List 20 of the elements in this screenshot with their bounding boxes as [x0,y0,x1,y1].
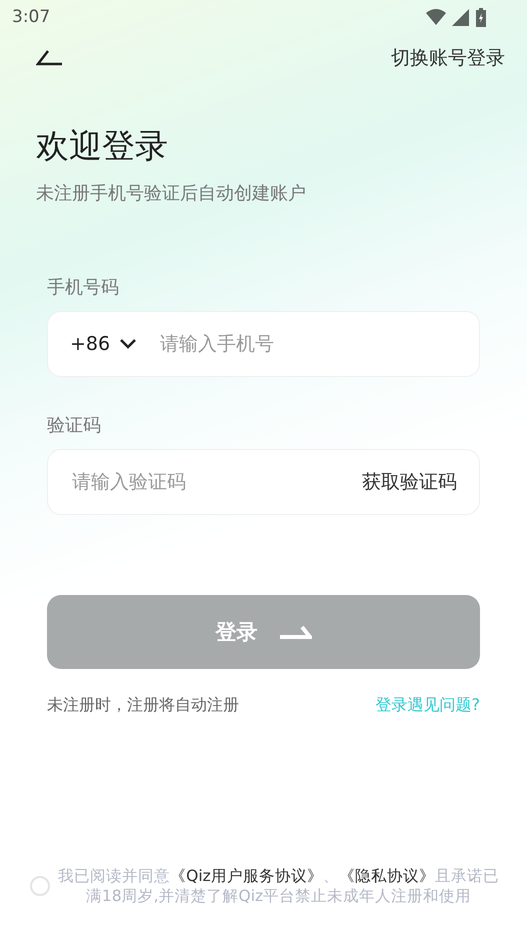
field-label: 验证码 [47,414,102,437]
agreement-checkbox[interactable] [30,876,50,896]
back-icon[interactable] [36,49,64,67]
wifi-icon [426,9,446,25]
page-subtitle: 未注册手机号验证后自动创建账户 [36,182,307,205]
agreement-link[interactable]: 《隐私协议》 [338,867,435,885]
switch-account-link[interactable]: 切换账号登录 [391,45,505,71]
code-field[interactable]: 请输入验证码 获取验证码 [47,449,480,515]
page-title: 欢迎登录 [36,125,169,167]
country-code-dropdown[interactable]: +86 [70,333,136,355]
chevron-down-icon [120,339,136,349]
agreement-text: 我已阅读并同意《Qiz用户服务协议》、《隐私协议》且承诺已满18周岁,并清楚了解Qiz平台禁止未成年人注册和使用 [58,866,499,906]
field-label: 手机号码 [47,276,120,299]
agreement-link[interactable]: 《Qiz用户服务协议》 [170,867,323,885]
get-code-button[interactable]: 获取验证码 [362,469,457,495]
signal-icon [452,8,469,26]
hint-text: 未注册时，注册将自动注册 [47,695,239,716]
battery-icon [475,8,487,26]
phone-field[interactable]: +86 请输入手机号 [47,311,480,377]
status-time: 3:07 [12,7,50,27]
